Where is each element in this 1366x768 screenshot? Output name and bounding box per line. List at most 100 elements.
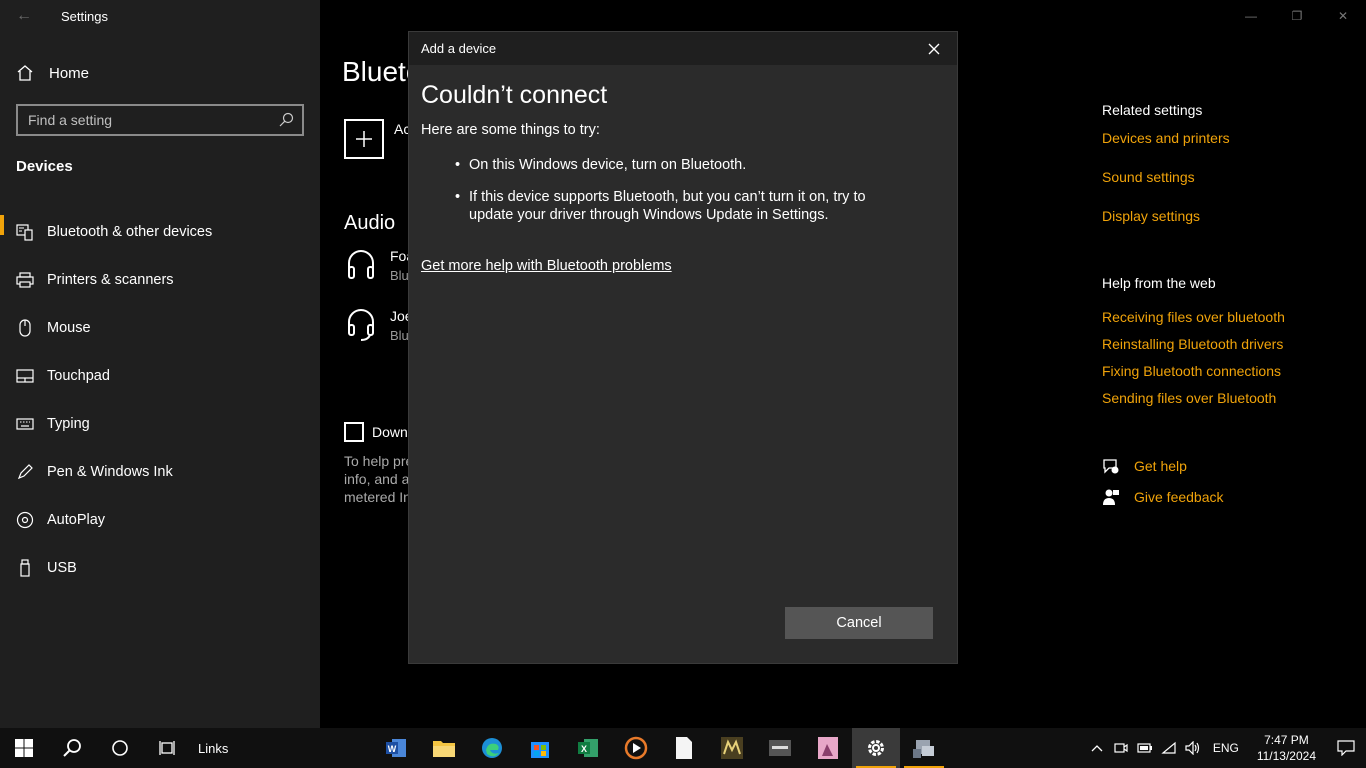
maximize-button[interactable]: ❐ — [1274, 0, 1320, 32]
store-app[interactable] — [516, 728, 564, 768]
headset-icon — [346, 308, 378, 341]
title-bar: ← Settings — [0, 0, 320, 32]
tip-item: • If this device supports Bluetooth, but… — [455, 188, 885, 224]
sidebar-item-typing[interactable]: Typing — [0, 400, 320, 448]
web-help-link[interactable]: Reinstalling Bluetooth drivers — [1102, 336, 1285, 363]
camera-icon — [1114, 743, 1128, 753]
media-player-app[interactable] — [612, 728, 660, 768]
folder-icon — [433, 741, 455, 757]
sound-settings-link[interactable]: Sound settings — [1102, 169, 1332, 208]
sidebar-nav: Bluetooth & other devices Printers & sca… — [0, 208, 320, 592]
chevron-up-icon — [1091, 745, 1103, 752]
metered-download-checkbox-row[interactable]: Down — [344, 422, 408, 442]
dialog-body: Couldn’t connect Here are some things to… — [409, 65, 957, 291]
close-window-button[interactable]: ✕ — [1320, 0, 1366, 32]
task-view-button[interactable] — [144, 728, 192, 768]
web-help-link[interactable]: Receiving files over bluetooth — [1102, 309, 1285, 336]
pen-icon — [16, 463, 34, 481]
sidebar-item-touchpad[interactable]: Touchpad — [0, 352, 320, 400]
minimize-button[interactable]: — — [1228, 0, 1274, 32]
get-help-row[interactable]: Get help — [1102, 457, 1187, 475]
cortana-button[interactable] — [96, 728, 144, 768]
search-icon[interactable] — [270, 112, 302, 128]
sidebar-item-pen[interactable]: Pen & Windows Ink — [0, 448, 320, 496]
touchpad-icon — [16, 367, 34, 385]
battery-button[interactable] — [1133, 728, 1157, 768]
home-label: Home — [49, 64, 90, 82]
devices-and-printers-link[interactable]: Devices and printers — [1102, 130, 1332, 169]
excel-icon: X — [578, 739, 598, 757]
sidebar-item-label: Touchpad — [47, 368, 110, 384]
edge-app[interactable] — [468, 728, 516, 768]
show-hidden-icons-button[interactable] — [1085, 728, 1109, 768]
sidebar-item-usb[interactable]: USB — [0, 544, 320, 592]
search-input[interactable]: Find a setting — [28, 112, 270, 128]
sidebar-item-bluetooth[interactable]: Bluetooth & other devices — [0, 208, 320, 256]
game-app-mw[interactable] — [708, 728, 756, 768]
back-button[interactable]: ← — [0, 0, 48, 32]
home-nav-item[interactable]: Home — [16, 62, 89, 84]
audio-device-item[interactable]: Foa Blu — [346, 248, 414, 283]
meet-now-button[interactable] — [1109, 728, 1133, 768]
excel-app[interactable]: X — [564, 728, 612, 768]
volume-button[interactable] — [1181, 728, 1205, 768]
game-app-nfs[interactable] — [756, 728, 804, 768]
dialog-close-button[interactable] — [911, 32, 957, 65]
search-taskbar-button[interactable] — [48, 728, 96, 768]
audio-heading: Audio — [344, 212, 396, 234]
file-explorer-app[interactable] — [420, 728, 468, 768]
device-setup-icon — [913, 740, 934, 758]
home-icon — [16, 64, 34, 82]
search-box[interactable]: Find a setting — [16, 104, 304, 136]
windows-logo-icon — [15, 739, 33, 757]
add-device-button[interactable] — [344, 119, 384, 159]
metered-download-checkbox[interactable] — [344, 422, 364, 442]
audio-device-item[interactable]: Joe Blu — [346, 308, 413, 343]
add-device-dialog: Add a device Couldn’t connect Here are s… — [408, 31, 958, 664]
plus-icon — [356, 131, 372, 147]
device-app[interactable] — [900, 728, 948, 768]
get-help-link[interactable]: Get help — [1134, 458, 1187, 474]
printer-icon — [16, 271, 34, 289]
tip-text: If this device supports Bluetooth, but y… — [469, 189, 866, 223]
display-settings-link[interactable]: Display settings — [1102, 208, 1332, 247]
sidebar-item-label: Mouse — [47, 320, 91, 336]
bullet-icon: • — [455, 157, 461, 173]
dialog-heading: Couldn’t connect — [421, 81, 608, 109]
battery-icon — [1137, 743, 1152, 753]
action-center-button[interactable] — [1326, 728, 1366, 768]
web-help-link[interactable]: Fixing Bluetooth connections — [1102, 363, 1285, 390]
media-player-icon — [624, 736, 648, 760]
links-toolbar[interactable]: Links — [198, 741, 258, 756]
web-help-link[interactable]: Sending files over Bluetooth — [1102, 390, 1285, 417]
settings-app[interactable] — [852, 728, 900, 768]
bluetooth-help-link[interactable]: Get more help with Bluetooth problems — [421, 258, 672, 274]
pictures-app[interactable] — [804, 728, 852, 768]
settings-sidebar: ← Settings Home Find a setting Devices B… — [0, 0, 320, 728]
search-icon — [63, 739, 81, 757]
cancel-button[interactable]: Cancel — [785, 607, 933, 639]
sidebar-item-autoplay[interactable]: AutoPlay — [0, 496, 320, 544]
notepad-app[interactable] — [660, 728, 708, 768]
dialog-title-bar: Add a device — [409, 32, 957, 65]
task-view-icon — [159, 741, 175, 755]
window-controls: — ❐ ✕ — [1228, 0, 1366, 32]
sidebar-item-label: Pen & Windows Ink — [47, 464, 173, 480]
close-icon — [928, 43, 940, 54]
clock[interactable]: 7:47 PM 11/13/2024 — [1257, 732, 1316, 764]
give-feedback-row[interactable]: Give feedback — [1102, 488, 1224, 506]
store-icon — [531, 742, 549, 758]
input-language-indicator[interactable]: ENG — [1213, 741, 1239, 755]
sidebar-item-printers[interactable]: Printers & scanners — [0, 256, 320, 304]
sidebar-item-mouse[interactable]: Mouse — [0, 304, 320, 352]
related-settings: Related settings Devices and printers So… — [1102, 102, 1332, 247]
network-button[interactable] — [1157, 728, 1181, 768]
word-app[interactable]: W — [372, 728, 420, 768]
sidebar-item-label: Bluetooth & other devices — [47, 224, 213, 240]
give-feedback-link[interactable]: Give feedback — [1134, 489, 1224, 505]
start-button[interactable] — [0, 728, 48, 768]
cortana-icon — [112, 740, 128, 756]
app-title: Settings — [61, 8, 108, 24]
svg-text:X: X — [581, 744, 587, 754]
chat-help-icon — [1102, 457, 1120, 475]
